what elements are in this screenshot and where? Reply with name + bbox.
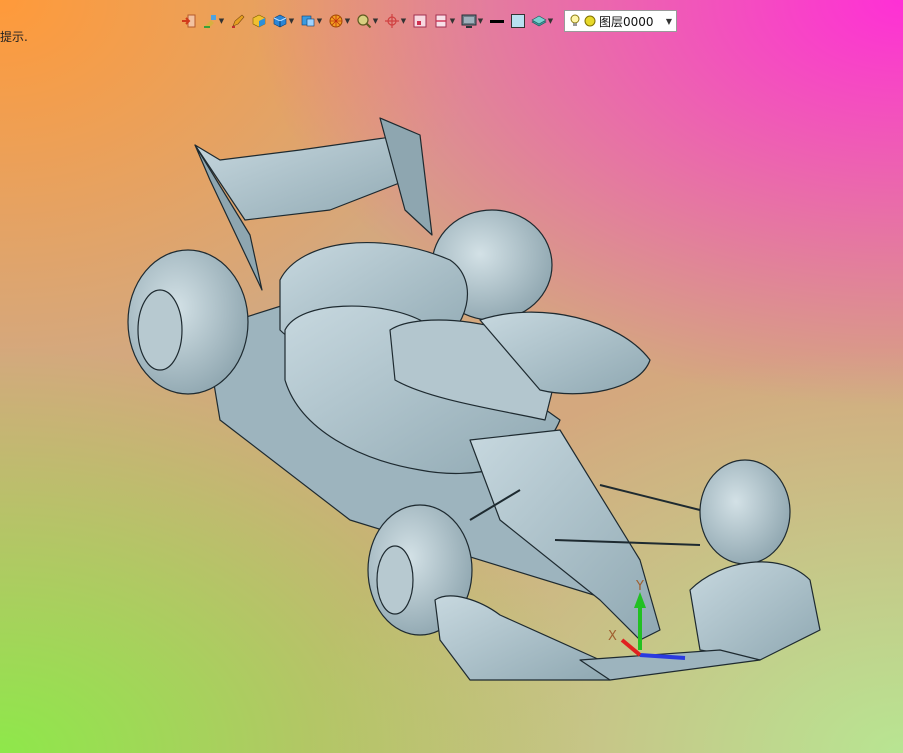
f1-car-model[interactable]: Y X: [0, 0, 903, 753]
axis-label-x: X: [608, 629, 617, 644]
front-wing-main-plane: [579, 649, 761, 681]
front-wing-right: [689, 561, 821, 661]
axis-label-y: Y: [635, 579, 644, 594]
front-wing-left: [434, 595, 611, 681]
graphics-viewport[interactable]: 提示. ▼ ▼ ▼ ▼ ▼ ▼ ▼ ▼ ▼ 图层0000 ▼ Y X: [0, 0, 903, 753]
rear-left-rim: [137, 289, 183, 371]
front-right-tyre: [699, 459, 791, 565]
front-left-rim: [376, 545, 414, 615]
